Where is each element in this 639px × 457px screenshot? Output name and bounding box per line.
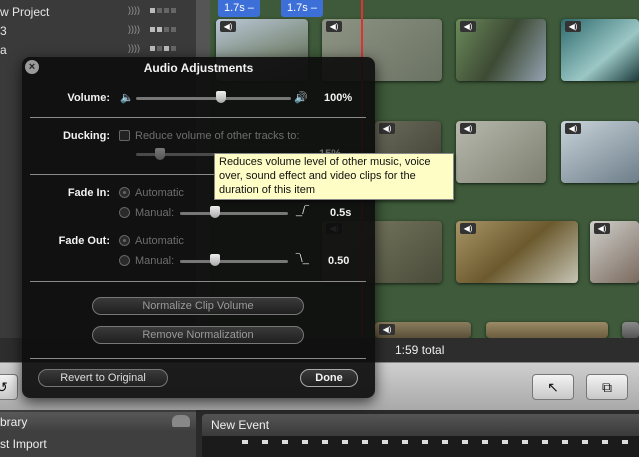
speaker-icon: ◀) [460,21,476,32]
ducking-checkbox-label: Reduce volume of other tracks to: [135,130,300,142]
divider [30,358,366,359]
event-library-header: brary [0,412,196,432]
project-name: w Project [0,5,50,19]
speaker-icon: ◀) [594,223,610,234]
fade-out-value: 0.50 [328,255,350,267]
speaker-icon: ◀) [326,21,342,32]
pointer-tool-button[interactable]: ↖ [532,374,574,400]
done-button[interactable]: Done [300,369,358,387]
speaker-low-icon: 🔈 [120,92,134,104]
volume-value: 100% [324,92,353,104]
fade-in-automatic-radio[interactable] [119,187,130,198]
speaker-icon: ◀) [565,123,581,134]
clip-range-tag[interactable]: 1.7s – [218,0,260,17]
audio-waveform-icon: )))) [128,5,140,15]
project-row[interactable]: w Project )))) [0,2,210,21]
fade-out-slider-track[interactable] [180,260,288,263]
divider [30,281,366,282]
video-clip[interactable]: ◀) [561,121,639,183]
video-clip[interactable] [622,322,639,338]
fade-in-curve-icon: _/‾ [296,205,309,217]
fade-out-manual-label: Manual: [135,255,175,267]
project-status-icon [150,8,176,13]
audio-adjustments-dialog: × Audio Adjustments Volume: 🔈 🔊 100% Duc… [22,57,375,398]
fade-out-automatic-radio[interactable] [119,235,130,246]
fade-in-label: Fade In: [67,187,110,199]
crop-tool-button[interactable]: ⧉ [586,374,628,400]
crop-icon: ⧉ [602,379,612,395]
divider [30,117,366,118]
project-name: 3 [0,24,7,38]
fade-out-label: Fade Out: [58,235,110,247]
clip-range-tag[interactable]: 1.7s – [281,0,323,17]
speaker-high-icon: 🔊 [294,92,308,104]
normalize-clip-volume-button[interactable]: Normalize Clip Volume [92,297,304,315]
fade-in-slider-knob[interactable] [210,206,220,218]
audio-waveform-icon: )))) [128,24,140,34]
video-clip[interactable]: ◀) [590,221,639,283]
speaker-icon: ◀) [379,324,395,335]
ducking-label: Ducking: [62,130,110,142]
undo-button[interactable]: ↺ [0,374,18,400]
speaker-icon: ◀) [379,123,395,134]
remove-normalization-button[interactable]: Remove Normalization [92,326,304,344]
volume-label: Volume: [67,92,110,104]
fade-in-value: 0.5s [330,207,352,219]
event-library-item[interactable]: st Import [0,437,47,451]
fade-out-slider-knob[interactable] [210,254,220,266]
project-row[interactable]: 3 )))) [0,21,210,40]
pointer-icon: ↖ [547,379,559,395]
ducking-tooltip: Reduces volume level of other music, voi… [214,153,454,200]
volume-slider-track[interactable] [136,97,291,100]
project-status-icon [150,46,176,51]
video-clip[interactable]: ◀) [375,322,471,338]
revert-to-original-button[interactable]: Revert to Original [38,369,168,387]
audio-waveform-icon: )))) [128,43,140,53]
video-clip[interactable]: ◀) [456,19,546,81]
video-clip[interactable]: ◀) [456,121,546,183]
ducking-slider-knob[interactable] [155,148,165,160]
event-filmstrip[interactable] [202,436,639,457]
fade-in-slider-track[interactable] [180,212,288,215]
fade-out-automatic-label: Automatic [135,235,184,247]
video-clip[interactable]: ◀) [456,221,578,283]
fade-in-automatic-label: Automatic [135,187,184,199]
speaker-icon: ◀) [565,21,581,32]
fade-out-manual-radio[interactable] [119,255,130,266]
speaker-icon: ◀) [460,123,476,134]
fade-out-curve-icon: ‾\_ [296,253,309,265]
fade-in-manual-radio[interactable] [119,207,130,218]
project-status-icon [150,27,176,32]
ducking-checkbox[interactable] [119,130,130,141]
project-total-duration: 1:59 total [395,343,445,357]
video-clip[interactable] [486,322,608,338]
dialog-title: Audio Adjustments [143,61,254,75]
event-browser-header: New Event [202,414,639,436]
eject-icon[interactable] [172,415,190,427]
video-clip[interactable]: ◀) [561,19,639,81]
speaker-icon: ◀) [460,223,476,234]
speaker-icon: ◀) [220,21,236,32]
volume-slider-knob[interactable] [216,91,227,103]
fade-in-manual-label: Manual: [135,207,175,219]
project-name: a [0,43,7,57]
